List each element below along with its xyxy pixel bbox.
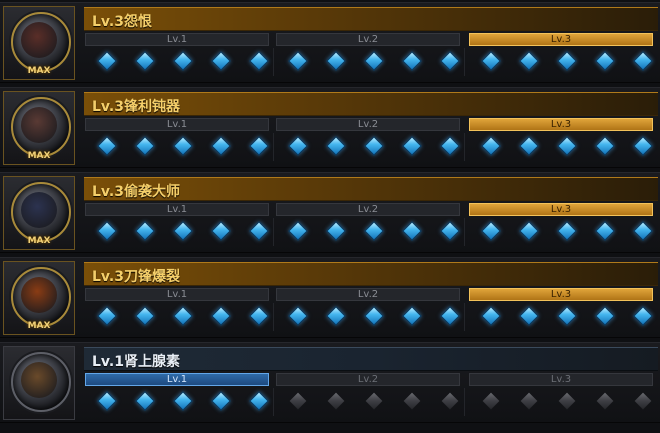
skill-portrait[interactable]: MAX bbox=[3, 91, 75, 165]
tier-label[interactable]: Lv.2 bbox=[276, 373, 460, 386]
skill-title-bar: Lv.3偷袭大师 bbox=[84, 177, 658, 201]
skill-title-bar: Lv.3刀锋爆裂 bbox=[84, 262, 658, 286]
max-badge: MAX bbox=[27, 151, 51, 161]
tier-divider bbox=[273, 48, 274, 76]
tier-label[interactable]: Lv.1 bbox=[85, 33, 269, 46]
max-badge: MAX bbox=[27, 66, 51, 76]
skill-portrait[interactable]: MAX bbox=[3, 6, 75, 80]
tier-divider bbox=[464, 133, 465, 161]
tier-divider bbox=[273, 388, 274, 416]
tier-label[interactable]: Lv.1 bbox=[85, 203, 269, 216]
skill-title: Lv.1肾上腺素 bbox=[92, 354, 180, 370]
skill-title-bar: Lv.3锋利钝器 bbox=[84, 92, 658, 116]
tier-divider bbox=[273, 218, 274, 246]
tier-label[interactable]: Lv.3 bbox=[469, 373, 653, 386]
skill-title: Lv.3偷袭大师 bbox=[92, 184, 180, 200]
skill-title: Lv.3锋利钝器 bbox=[92, 99, 180, 115]
skill-row[interactable]: Lv.1肾上腺素 Lv.1 Lv.2 Lv.3 bbox=[0, 342, 660, 423]
ambush-portrait-icon bbox=[11, 182, 71, 242]
max-badge: MAX bbox=[27, 236, 51, 246]
skill-title: Lv.3刀锋爆裂 bbox=[92, 269, 180, 285]
portrait-art bbox=[21, 362, 57, 398]
tier-label[interactable]: Lv.3 bbox=[469, 118, 653, 131]
tier-divider bbox=[464, 303, 465, 331]
skill-row[interactable]: MAX Lv.3锋利钝器 Lv.1 Lv.2 Lv.3 bbox=[0, 87, 660, 168]
tier-divider bbox=[273, 303, 274, 331]
rage-portrait-icon bbox=[11, 12, 71, 72]
skill-row[interactable]: MAX Lv.3偷袭大师 Lv.1 Lv.2 Lv.3 bbox=[0, 172, 660, 253]
tier-label[interactable]: Lv.3 bbox=[469, 203, 653, 216]
skill-title-bar: Lv.1肾上腺素 bbox=[84, 347, 658, 371]
tier-label[interactable]: Lv.1 bbox=[85, 373, 269, 386]
tier-divider bbox=[464, 218, 465, 246]
portrait-art bbox=[21, 22, 57, 58]
portrait-art bbox=[21, 192, 57, 228]
skill-portrait[interactable]: MAX bbox=[3, 261, 75, 335]
skill-row[interactable]: MAX Lv.3刀锋爆裂 Lv.1 Lv.2 Lv.3 bbox=[0, 257, 660, 338]
skill-portrait[interactable] bbox=[3, 346, 75, 420]
portrait-art bbox=[21, 107, 57, 143]
tier-label[interactable]: Lv.2 bbox=[276, 33, 460, 46]
skill-title: Lv.3怨恨 bbox=[92, 14, 152, 30]
skill-title-bar: Lv.3怨恨 bbox=[84, 7, 658, 31]
tier-label[interactable]: Lv.1 bbox=[85, 118, 269, 131]
tier-divider bbox=[273, 133, 274, 161]
blunt-weapon-portrait-icon bbox=[11, 97, 71, 157]
tier-divider bbox=[464, 388, 465, 416]
tier-label[interactable]: Lv.1 bbox=[85, 288, 269, 301]
skill-row[interactable]: MAX Lv.3怨恨 Lv.1 Lv.2 Lv.3 bbox=[0, 2, 660, 83]
tier-label[interactable]: Lv.2 bbox=[276, 118, 460, 131]
skill-upgrade-panel: MAX Lv.3怨恨 Lv.1 Lv.2 Lv.3 MAX Lv.3锋利钝器 Lv.1 Lv.2… bbox=[0, 0, 660, 433]
portrait-art bbox=[21, 277, 57, 313]
tier-label[interactable]: Lv.3 bbox=[469, 288, 653, 301]
tier-divider bbox=[464, 48, 465, 76]
blade-burst-portrait-icon bbox=[11, 267, 71, 327]
tier-label[interactable]: Lv.2 bbox=[276, 203, 460, 216]
skill-portrait[interactable]: MAX bbox=[3, 176, 75, 250]
tier-label[interactable]: Lv.3 bbox=[469, 33, 653, 46]
adrenaline-portrait-icon bbox=[11, 352, 71, 412]
tier-label[interactable]: Lv.2 bbox=[276, 288, 460, 301]
max-badge: MAX bbox=[27, 321, 51, 331]
